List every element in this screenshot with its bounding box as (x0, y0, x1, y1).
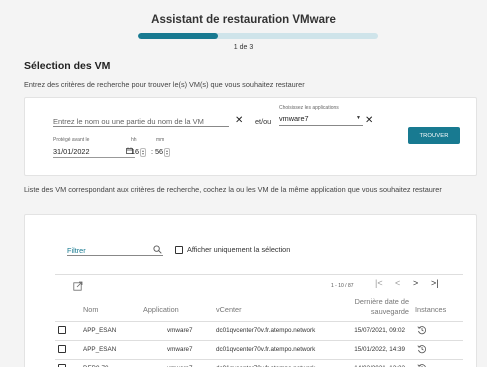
prev-page-button[interactable]: < (395, 279, 400, 288)
search-panel: ✕ et/ou Choisissez les applications vmwa… (24, 97, 477, 176)
hour-stepper[interactable]: 16 (131, 147, 147, 157)
column-header-application[interactable]: Application (143, 305, 179, 314)
next-page-button[interactable]: > (413, 279, 418, 288)
column-header-last-backup[interactable]: Dernière date de sauvegarde (335, 297, 409, 317)
pagination-range: 1 - 10 / 87 (331, 283, 354, 289)
chevron-down-icon: ▼ (356, 115, 361, 121)
column-header-name[interactable]: Nom (83, 305, 98, 314)
vm-last-backup: 15/01/2022, 14:39 (354, 346, 405, 353)
column-header-instances[interactable]: Instances (415, 305, 446, 314)
hour-value: 16 (131, 147, 140, 156)
selection-only-label: Afficher uniquement la sélection (187, 245, 291, 254)
history-icon[interactable] (417, 325, 427, 335)
minute-label: mm (156, 137, 165, 143)
minute-spin-icon[interactable] (164, 147, 171, 157)
last-backup-line1: Dernière date de (354, 297, 409, 306)
vm-vcenter: dc01qvcenter70v.fr.atempo.network (216, 346, 316, 353)
vm-application: vmware7 (167, 327, 193, 334)
date-field[interactable]: 31/01/2022 (53, 147, 135, 158)
selection-only-checkbox[interactable] (175, 246, 183, 254)
history-icon[interactable] (417, 363, 427, 367)
last-backup-line2: sauvegarde (370, 307, 409, 316)
column-header-vcenter[interactable]: vCenter (216, 305, 242, 314)
vm-name: APP_ESAN (83, 346, 117, 353)
minute-stepper[interactable]: 56 (155, 147, 171, 157)
first-page-button[interactable]: |< (375, 279, 383, 288)
search-icon[interactable] (153, 245, 162, 254)
or-label: et/ou (255, 117, 272, 126)
vm-application: vmware7 (167, 346, 193, 353)
vm-name: APP_ESAN (83, 327, 117, 334)
application-label: Choisissez les applications (279, 105, 339, 111)
header-divider (55, 321, 463, 322)
vm-last-backup: 15/07/2021, 09:02 (354, 327, 405, 334)
section-description: Entrez des critères de recherche pour tr… (24, 80, 305, 89)
minute-value: 56 (155, 147, 164, 156)
vm-name-input[interactable] (53, 116, 229, 127)
section-title: Sélection des VM (24, 60, 111, 72)
list-description: Liste des VM correspondant aux critères … (24, 185, 442, 194)
row-checkbox[interactable] (58, 345, 66, 353)
wizard-progress-bar (138, 33, 378, 39)
row-divider (55, 359, 463, 360)
export-icon[interactable] (73, 281, 83, 291)
application-value: vmware7 (279, 114, 309, 123)
filter-input[interactable] (67, 245, 163, 256)
row-checkbox[interactable] (58, 326, 66, 334)
vm-vcenter: dc01qvcenter70v.fr.atempo.network (216, 327, 316, 334)
date-value: 31/01/2022 (53, 147, 90, 156)
protected-before-label: Protégé avant le (53, 137, 90, 143)
application-select[interactable]: vmware7 ▼ (279, 114, 363, 126)
step-indicator: 1 de 3 (233, 44, 254, 51)
hour-spin-icon[interactable] (140, 147, 147, 157)
clear-vm-name-icon[interactable]: ✕ (235, 116, 243, 126)
row-divider (55, 340, 463, 341)
last-page-button[interactable]: >| (431, 279, 439, 288)
table-row[interactable]: DEB9-70vmware7dc01qvcenter70v.fr.atempo.… (55, 361, 463, 367)
history-icon[interactable] (417, 344, 427, 354)
search-button[interactable]: TROUVER (408, 127, 460, 144)
vm-list-panel: Afficher uniquement la sélection 1 - 10 … (24, 214, 477, 367)
clear-application-icon[interactable]: ✕ (365, 116, 373, 126)
hour-label: hh (131, 137, 137, 143)
time-separator: : (151, 147, 154, 156)
table-row[interactable]: APP_ESAN vmware7 dc01qvcenter70v.fr.atempo… (55, 323, 463, 339)
wizard-title: Assistant de restauration VMware (151, 14, 336, 26)
wizard-progress-fill (138, 33, 218, 39)
divider (55, 274, 463, 275)
table-row[interactable]: APP_ESAN vmware7 dc01qvcenter70v.fr.atempo… (55, 342, 463, 358)
